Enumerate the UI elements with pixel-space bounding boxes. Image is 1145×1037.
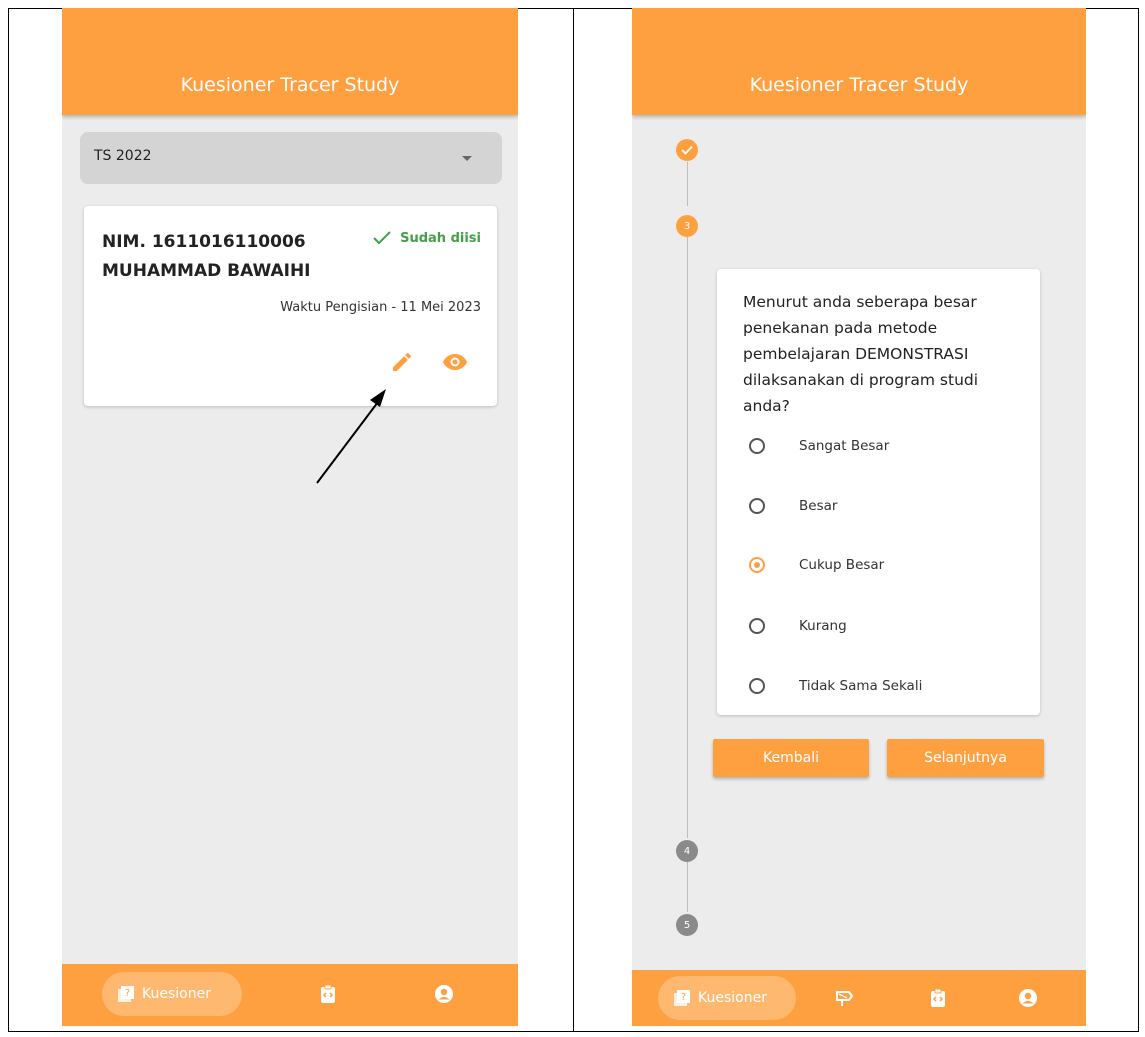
radio-button[interactable] (749, 498, 765, 514)
bottom-nav: ? Kuesioner (62, 964, 518, 1026)
app-title: Kuesioner Tracer Study (749, 74, 969, 96)
left-screen: Kuesioner Tracer Study TS 2022 NIM. 1611… (62, 8, 518, 1026)
account-icon[interactable] (1018, 988, 1038, 1008)
app-bar: Kuesioner Tracer Study (632, 8, 1086, 115)
option-besar[interactable]: Besar (749, 495, 837, 517)
option-label: Cukup Besar (799, 557, 885, 573)
stepper-line (687, 862, 688, 912)
nav-kuesioner-label: Kuesioner (698, 990, 767, 1006)
bottom-nav: ? Kuesioner (632, 970, 1086, 1026)
questionnaire-icon: ? (118, 986, 134, 1002)
svg-text:?: ? (125, 988, 130, 999)
option-label: Tidak Sama Sekali (799, 678, 923, 694)
stepper-line (687, 162, 688, 206)
option-kurang[interactable]: Kurang (749, 615, 847, 637)
radio-button[interactable] (749, 618, 765, 634)
radio-button[interactable] (749, 438, 765, 454)
divider-line (573, 8, 574, 1032)
svg-text:?: ? (681, 992, 686, 1003)
nav-kuesioner[interactable]: ? Kuesioner (102, 972, 242, 1016)
step-next: 4 (676, 840, 698, 862)
option-tidak-sama-sekali[interactable]: Tidak Sama Sekali (749, 675, 922, 697)
account-icon[interactable] (434, 984, 454, 1004)
next-button[interactable]: Selanjutnya (887, 739, 1044, 777)
option-cukup-besar[interactable]: Cukup Besar (749, 554, 884, 576)
radio-button[interactable] (749, 678, 765, 694)
questionnaire-icon: ? (674, 990, 690, 1006)
code-clipboard-icon[interactable] (318, 984, 338, 1004)
right-screen: Kuesioner Tracer Study 3 4 5 Menurut and… (632, 8, 1086, 1026)
option-label: Besar (799, 498, 838, 514)
step-done (676, 139, 698, 161)
step-current: 3 (676, 215, 698, 237)
app-title: Kuesioner Tracer Study (180, 74, 400, 96)
question-card: Menurut anda seberapa besar penekanan pa… (717, 269, 1040, 715)
option-label: Sangat Besar (799, 438, 890, 454)
nav-kuesioner[interactable]: ? Kuesioner (658, 976, 796, 1020)
nav-kuesioner-label: Kuesioner (142, 986, 211, 1002)
question-text: Menurut anda seberapa besar penekanan pa… (743, 293, 979, 415)
check-icon (681, 145, 693, 155)
stepper-line (687, 236, 688, 838)
back-button[interactable]: Kembali (713, 739, 869, 777)
option-sangat-besar[interactable]: Sangat Besar (749, 435, 889, 457)
option-label: Kurang (799, 618, 847, 634)
radio-button-selected[interactable] (749, 557, 765, 573)
app-bar: Kuesioner Tracer Study (62, 8, 518, 115)
code-clipboard-icon[interactable] (928, 988, 948, 1008)
sign-icon[interactable] (834, 988, 854, 1008)
step-next: 5 (676, 914, 698, 936)
